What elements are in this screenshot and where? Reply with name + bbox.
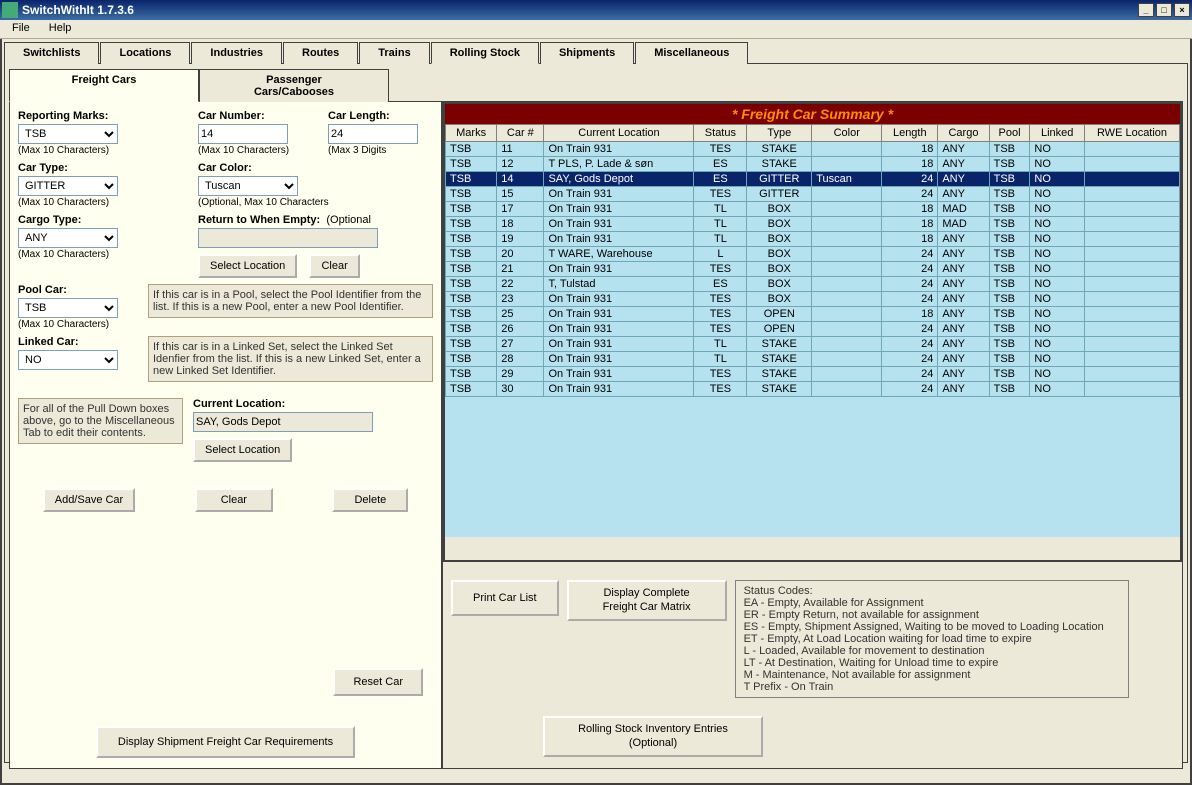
display-requirements-button[interactable]: Display Shipment Freight Car Requirement… (96, 726, 355, 758)
tab-switchlists[interactable]: Switchlists (4, 42, 99, 64)
table-row[interactable]: TSB21On Train 931TESBOX24ANYTSBNO (446, 262, 1180, 277)
linked-car-help: If this car is in a Linked Set, select t… (148, 336, 433, 382)
car-number-input[interactable] (198, 124, 288, 144)
menu-help[interactable]: Help (41, 20, 80, 36)
table-row[interactable]: TSB27On Train 931TLSTAKE24ANYTSBNO (446, 337, 1180, 352)
hint-car-type: (Max 10 Characters) (18, 197, 188, 208)
titlebar: SwitchWithIt 1.7.3.6 _ □ × (0, 0, 1192, 20)
label-pool-car: Pool Car: (18, 284, 138, 296)
label-return-empty: Return to When Empty: (Optional (198, 214, 433, 226)
return-empty-input[interactable] (198, 228, 378, 248)
col-type[interactable]: Type (747, 125, 812, 142)
col-length[interactable]: Length (882, 125, 938, 142)
menu-file[interactable]: File (4, 20, 38, 36)
hint-cargo-type: (Max 10 Characters) (18, 249, 188, 260)
hint-car-color: (Optional, Max 10 Characters (198, 197, 329, 208)
col-car-no[interactable]: Car # (497, 125, 544, 142)
col-status[interactable]: Status (694, 125, 747, 142)
status-codes-legend: Status Codes: EA - Empty, Available for … (735, 580, 1129, 698)
table-row[interactable]: TSB12T PLS, P. Lade & sønESSTAKE18ANYTSB… (446, 157, 1180, 172)
minimize-button[interactable]: _ (1138, 3, 1154, 17)
tab-locations[interactable]: Locations (100, 42, 190, 64)
tab-rolling-stock[interactable]: Rolling Stock (431, 42, 539, 64)
pool-car-select[interactable]: TSB (18, 298, 118, 318)
col-location[interactable]: Current Location (544, 125, 694, 142)
label-car-color: Car Color: (198, 162, 329, 174)
col-pool[interactable]: Pool (989, 125, 1030, 142)
subtab-passenger[interactable]: Passenger Cars/Cabooses (199, 69, 389, 102)
hint-car-length: (Max 3 Digits (328, 145, 418, 156)
col-marks[interactable]: Marks (446, 125, 497, 142)
rolling-inv-button[interactable]: Rolling Stock Inventory Entries (Optiona… (543, 716, 763, 757)
subtab-freight[interactable]: Freight Cars (9, 69, 199, 102)
delete-button[interactable]: Delete (332, 488, 408, 512)
table-row[interactable]: TSB20T WARE, WarehouseLBOX24ANYTSBNO (446, 247, 1180, 262)
table-row[interactable]: TSB26On Train 931TESOPEN24ANYTSBNO (446, 322, 1180, 337)
sub-tabs: Freight Cars Passenger Cars/Cabooses (9, 68, 1183, 101)
pulldown-note: For all of the Pull Down boxes above, go… (18, 398, 183, 444)
label-car-number: Car Number: (198, 110, 318, 122)
print-car-list-button[interactable]: Print Car List (451, 580, 559, 616)
current-location-input[interactable] (193, 412, 373, 432)
hint-reporting-marks: (Max 10 Characters) (18, 145, 188, 156)
tab-trains[interactable]: Trains (359, 42, 429, 64)
summary-title: * Freight Car Summary * (445, 104, 1180, 124)
table-row[interactable]: TSB30On Train 931TESSTAKE24ANYTSBNO (446, 382, 1180, 397)
display-matrix-button[interactable]: Display Complete Freight Car Matrix (567, 580, 727, 621)
table-row[interactable]: TSB23On Train 931TESBOX24ANYTSBNO (446, 292, 1180, 307)
summary-panel: * Freight Car Summary * Marks Car # Curr… (443, 102, 1182, 768)
tab-industries[interactable]: Industries (191, 42, 282, 64)
main-tabs: Switchlists Locations Industries Routes … (4, 41, 1188, 63)
reporting-marks-select[interactable]: TSB (18, 124, 118, 144)
label-linked-car: Linked Car: (18, 336, 138, 348)
table-row[interactable]: TSB19On Train 931TLBOX18ANYTSBNO (446, 232, 1180, 247)
label-current-location: Current Location: (193, 398, 433, 410)
clear-button[interactable]: Clear (195, 488, 273, 512)
label-reporting-marks: Reporting Marks: (18, 110, 188, 122)
table-row[interactable]: TSB14SAY, Gods DepotESGITTERTuscan24ANYT… (446, 172, 1180, 187)
label-car-length: Car Length: (328, 110, 418, 122)
hint-pool-car: (Max 10 Characters) (18, 319, 138, 330)
col-cargo[interactable]: Cargo (938, 125, 989, 142)
cargo-type-select[interactable]: ANY (18, 228, 118, 248)
car-type-select[interactable]: GITTER (18, 176, 118, 196)
linked-car-select[interactable]: NO (18, 350, 118, 370)
select-location-button-1[interactable]: Select Location (198, 254, 297, 278)
reset-car-button[interactable]: Reset Car (333, 668, 423, 696)
col-linked[interactable]: Linked (1030, 125, 1085, 142)
col-color[interactable]: Color (812, 125, 882, 142)
form-panel: Reporting Marks: TSB (Max 10 Characters)… (10, 102, 443, 768)
tab-shipments[interactable]: Shipments (540, 42, 634, 64)
freight-car-grid[interactable]: Marks Car # Current Location Status Type… (445, 124, 1180, 397)
window-title: SwitchWithIt 1.7.3.6 (22, 3, 134, 17)
add-save-button[interactable]: Add/Save Car (43, 488, 135, 512)
tab-routes[interactable]: Routes (283, 42, 358, 64)
table-row[interactable]: TSB17On Train 931TLBOX18MADTSBNO (446, 202, 1180, 217)
table-row[interactable]: TSB18On Train 931TLBOX18MADTSBNO (446, 217, 1180, 232)
app-icon (2, 2, 18, 18)
maximize-button[interactable]: □ (1156, 3, 1172, 17)
label-car-type: Car Type: (18, 162, 188, 174)
car-length-input[interactable] (328, 124, 418, 144)
table-row[interactable]: TSB25On Train 931TESOPEN18ANYTSBNO (446, 307, 1180, 322)
menubar: File Help (0, 20, 1192, 39)
table-row[interactable]: TSB22T, TulstadESBOX24ANYTSBNO (446, 277, 1180, 292)
table-row[interactable]: TSB29On Train 931TESSTAKE24ANYTSBNO (446, 367, 1180, 382)
select-location-button-2[interactable]: Select Location (193, 438, 292, 462)
tab-miscellaneous[interactable]: Miscellaneous (635, 42, 748, 64)
clear-return-button[interactable]: Clear (309, 254, 359, 278)
label-cargo-type: Cargo Type: (18, 214, 188, 226)
hint-car-number: (Max 10 Characters) (198, 145, 318, 156)
table-row[interactable]: TSB28On Train 931TLSTAKE24ANYTSBNO (446, 352, 1180, 367)
table-row[interactable]: TSB15On Train 931TESGITTER24ANYTSBNO (446, 187, 1180, 202)
pool-car-help: If this car is in a Pool, select the Poo… (148, 284, 433, 318)
table-row[interactable]: TSB11On Train 931TESSTAKE18ANYTSBNO (446, 142, 1180, 157)
car-color-select[interactable]: Tuscan (198, 176, 298, 196)
col-rwe[interactable]: RWE Location (1085, 125, 1180, 142)
close-button[interactable]: × (1174, 3, 1190, 17)
